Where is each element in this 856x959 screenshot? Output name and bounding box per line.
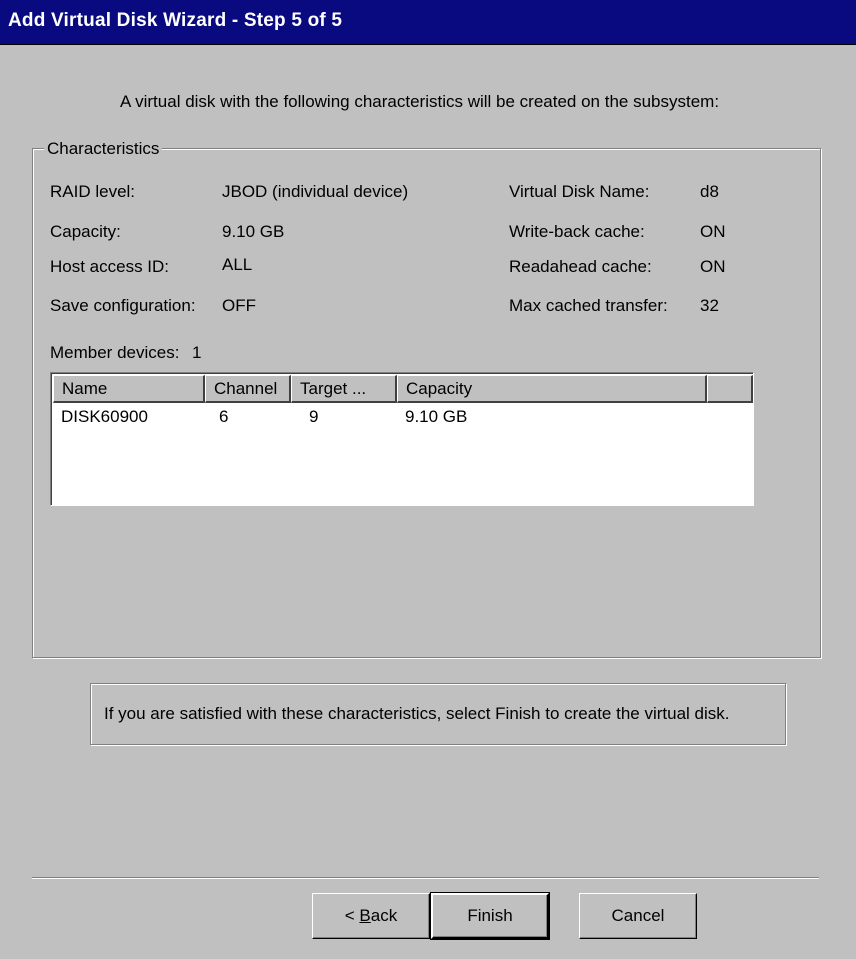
max-cached-transfer-value: 32 — [700, 296, 719, 315]
title-bar: Add Virtual Disk Wizard - Step 5 of 5 — [0, 0, 856, 45]
member-devices-list[interactable]: Name Channel Target ... Capacity DISK609… — [50, 372, 754, 506]
virtual-disk-name-value: d8 — [700, 182, 719, 201]
column-header-channel[interactable]: Channel — [205, 375, 291, 403]
member-devices-count: 1 — [192, 343, 202, 362]
column-header-empty[interactable] — [707, 375, 753, 403]
back-label-rest: ack — [370, 906, 398, 925]
cell-channel: 6 — [219, 407, 229, 426]
host-access-id-value: ALL — [222, 255, 253, 274]
max-cached-transfer-label: Max cached transfer: — [509, 296, 668, 315]
separator — [32, 877, 819, 879]
save-configuration-label: Save configuration: — [50, 296, 196, 315]
capacity-label: Capacity: — [50, 222, 121, 241]
raid-level-label: RAID level: — [50, 182, 136, 201]
write-back-cache-label: Write-back cache: — [509, 222, 645, 241]
back-button[interactable]: < Back — [312, 893, 430, 939]
host-access-id-label: Host access ID: — [50, 257, 170, 276]
intro-text: A virtual disk with the following charac… — [120, 92, 720, 111]
back-mnemonic: B — [359, 906, 371, 925]
raid-level-value: JBOD (individual device) — [222, 182, 409, 201]
save-configuration-value: OFF — [222, 296, 256, 315]
cell-target: 9 — [309, 407, 319, 426]
column-header-target[interactable]: Target ... — [291, 375, 397, 403]
finish-button[interactable]: Finish — [430, 892, 550, 940]
virtual-disk-name-label: Virtual Disk Name: — [509, 182, 650, 201]
write-back-cache-value: ON — [700, 222, 726, 241]
column-header-name[interactable]: Name — [53, 375, 205, 403]
window-title: Add Virtual Disk Wizard - Step 5 of 5 — [8, 10, 343, 31]
back-prefix: < — [344, 906, 360, 925]
readahead-cache-label: Readahead cache: — [509, 257, 652, 276]
characteristics-legend: Characteristics — [44, 139, 163, 159]
column-header-capacity[interactable]: Capacity — [397, 375, 707, 403]
table-row[interactable]: DISK60900 6 9 9.10 GB — [53, 407, 751, 429]
info-box: If you are satisfied with these characte… — [90, 683, 786, 745]
info-text: If you are satisfied with these characte… — [104, 704, 730, 723]
list-header: Name Channel Target ... Capacity — [53, 375, 753, 403]
member-devices-label: Member devices: — [50, 343, 180, 362]
capacity-value: 9.10 GB — [222, 222, 285, 241]
cell-name: DISK60900 — [61, 407, 148, 426]
cancel-button[interactable]: Cancel — [579, 893, 697, 939]
cell-capacity: 9.10 GB — [405, 407, 468, 426]
readahead-cache-value: ON — [700, 257, 726, 276]
